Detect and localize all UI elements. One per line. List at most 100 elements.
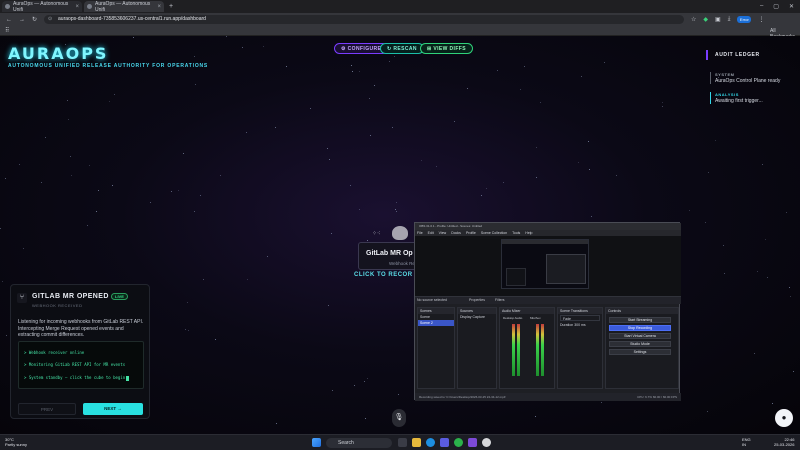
star bbox=[705, 222, 706, 223]
star bbox=[114, 94, 115, 95]
minimize-icon[interactable]: – bbox=[760, 3, 763, 10]
scene-item[interactable]: Scene 2 bbox=[418, 320, 454, 326]
star bbox=[481, 195, 482, 196]
url-field[interactable]: auraops-dashboard-735853606237.us-centra… bbox=[44, 15, 685, 24]
audio-meter bbox=[512, 324, 515, 376]
close-tab-icon[interactable]: × bbox=[75, 4, 79, 10]
bookmark-star-icon[interactable]: ☆ bbox=[691, 16, 696, 23]
tab-label: AuraOps — Autonomous Unifi bbox=[95, 0, 151, 13]
star bbox=[723, 245, 724, 246]
studio-mode-button[interactable]: Studio Mode bbox=[609, 341, 671, 347]
star bbox=[367, 240, 368, 241]
close-tab-icon[interactable]: × bbox=[157, 4, 161, 10]
star bbox=[6, 335, 7, 336]
obs-taskbar-icon[interactable] bbox=[482, 438, 491, 447]
dock-header: Audio Mixer bbox=[500, 308, 554, 314]
obs-source-toolbar: No source selected Properties Filters bbox=[415, 296, 681, 304]
star bbox=[392, 127, 393, 128]
extension-icon[interactable]: ◆ bbox=[703, 16, 708, 23]
star bbox=[389, 61, 390, 62]
dashboard-canvas[interactable]: AURAOPS AUTONOMOUS UNIFIED RELEASE AUTHO… bbox=[0, 36, 800, 434]
chrome-icon[interactable] bbox=[454, 438, 463, 447]
weather-widget[interactable]: 30°C Partly sunny bbox=[5, 437, 27, 447]
weather-text: Partly sunny bbox=[5, 442, 28, 447]
star bbox=[350, 185, 351, 186]
star bbox=[187, 302, 188, 303]
brand-tagline: AUTONOMOUS UNIFIED RELEASE AUTHORITY FOR… bbox=[8, 63, 209, 69]
rescan-button[interactable]: ↻ RESCAN bbox=[380, 43, 424, 54]
star bbox=[395, 209, 396, 210]
obs-sources-dock: Sources Display Capture bbox=[457, 307, 497, 389]
star bbox=[203, 279, 204, 280]
star bbox=[352, 71, 353, 72]
edge-icon[interactable] bbox=[426, 438, 435, 447]
start-streaming-button[interactable]: Start Streaming bbox=[609, 317, 671, 323]
filters-button[interactable]: Filters bbox=[495, 298, 505, 302]
forward-icon[interactable]: → bbox=[19, 17, 25, 23]
browser-tab-1[interactable]: AuraOps — Autonomous Unifi × bbox=[2, 1, 82, 13]
properties-button[interactable]: Properties bbox=[469, 298, 485, 302]
close-window-icon[interactable]: ✕ bbox=[789, 3, 794, 10]
star bbox=[23, 248, 24, 249]
obs-preview-area bbox=[415, 236, 681, 296]
virtual-camera-button[interactable]: Start Virtual Camera bbox=[609, 333, 671, 339]
address-toolbar: ← → ↻ auraops-dashboard-735853606237.us-… bbox=[0, 13, 800, 26]
maximize-icon[interactable]: ▢ bbox=[773, 3, 779, 10]
language-text: ENG IN bbox=[742, 437, 751, 447]
pipeline-node-card[interactable]: GitLab MR Op Webhook Rece bbox=[358, 242, 420, 270]
file-explorer-icon[interactable] bbox=[412, 438, 421, 447]
star bbox=[112, 185, 113, 186]
start-menu-icon[interactable] bbox=[312, 438, 321, 447]
obs-title-bar: OBS 31.0.1 - Profile: Untitled - Scenes:… bbox=[415, 223, 681, 230]
transition-duration[interactable]: Duration 300 ms bbox=[558, 322, 602, 328]
star bbox=[436, 166, 437, 167]
new-tab-icon[interactable]: + bbox=[166, 3, 173, 10]
star bbox=[200, 195, 201, 196]
cube-icon[interactable] bbox=[392, 226, 408, 240]
audit-entry: ANALYSIS Awaiting first trigger... bbox=[710, 92, 788, 104]
star bbox=[790, 296, 791, 297]
obs-scenes-dock: Scenes Scene Scene 2 bbox=[417, 307, 455, 389]
star bbox=[328, 305, 329, 306]
audit-entry: SYSTEM AuraOps Control Plane ready bbox=[710, 72, 788, 84]
taskbar-search[interactable]: Search bbox=[326, 438, 392, 448]
star bbox=[365, 418, 366, 419]
reload-icon[interactable]: ↻ bbox=[32, 16, 37, 23]
stop-recording-button[interactable]: Stop Recording bbox=[609, 325, 671, 331]
browser-tab-2[interactable]: AuraOps — Autonomous Unifi × bbox=[84, 0, 164, 13]
star bbox=[601, 402, 602, 403]
browser-tab-strip: AuraOps — Autonomous Unifi × AuraOps — A… bbox=[0, 0, 800, 13]
profile-button[interactable]: Error bbox=[737, 16, 752, 23]
next-button[interactable]: NEXT → bbox=[83, 403, 143, 415]
audio-meter bbox=[541, 324, 544, 376]
star bbox=[286, 66, 287, 67]
settings-button[interactable]: Settings bbox=[609, 349, 671, 355]
star bbox=[220, 175, 221, 176]
view-diffs-button[interactable]: ⊞ VIEW DIFFS bbox=[420, 43, 473, 54]
star bbox=[662, 102, 663, 103]
prev-button[interactable]: PREV bbox=[18, 403, 76, 415]
click-to-record-label[interactable]: CLICK TO RECOR bbox=[354, 272, 413, 278]
clock[interactable]: 22:46 25-03-2026 bbox=[774, 437, 794, 447]
chat-bubble-icon[interactable]: ● bbox=[775, 409, 793, 427]
extensions-icon[interactable]: ▣ bbox=[715, 16, 721, 23]
task-view-icon[interactable] bbox=[398, 438, 407, 447]
language-indicator[interactable]: ENG IN bbox=[742, 437, 751, 447]
apps-grid-icon[interactable]: ⠿ bbox=[5, 27, 9, 34]
star bbox=[331, 233, 332, 234]
source-item[interactable]: Display Capture bbox=[458, 314, 496, 320]
window-controls: – ▢ ✕ bbox=[760, 3, 800, 10]
star bbox=[767, 277, 768, 278]
star bbox=[662, 106, 663, 107]
star bbox=[708, 172, 709, 173]
back-icon[interactable]: ← bbox=[6, 17, 12, 23]
download-icon[interactable]: ⤓ bbox=[728, 16, 731, 23]
obs-preview-canvas[interactable] bbox=[501, 239, 589, 289]
menu-icon[interactable]: ⋮ bbox=[758, 16, 764, 23]
obs-window[interactable]: OBS 31.0.1 - Profile: Untitled - Scenes:… bbox=[414, 222, 681, 401]
star bbox=[616, 175, 617, 176]
teams-icon[interactable] bbox=[468, 438, 477, 447]
app-icon[interactable] bbox=[440, 438, 449, 447]
transition-select[interactable]: Fade bbox=[560, 315, 600, 321]
microphone-icon[interactable]: 🎙 bbox=[392, 409, 406, 427]
